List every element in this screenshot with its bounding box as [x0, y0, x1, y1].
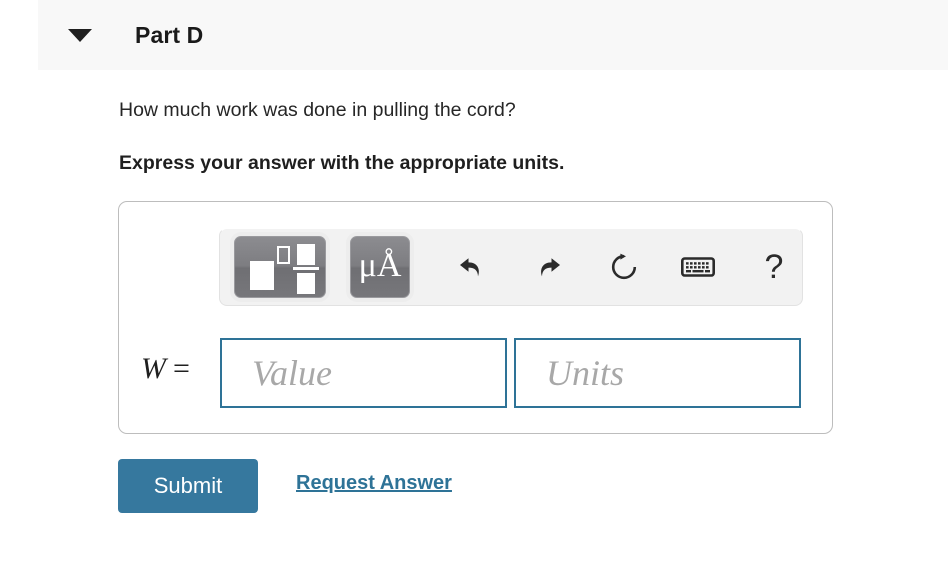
- part-header: Part D: [38, 0, 948, 70]
- keyboard-icon: [681, 257, 715, 277]
- variable-symbol: W: [141, 352, 166, 385]
- math-template-button[interactable]: [234, 236, 326, 298]
- keyboard-button[interactable]: [676, 245, 720, 289]
- value-input[interactable]: Value: [220, 338, 507, 408]
- answer-input-row: W = Value Units: [119, 338, 832, 408]
- redo-button[interactable]: [526, 245, 570, 289]
- equals-symbol: =: [173, 352, 190, 385]
- reset-button[interactable]: [602, 245, 646, 289]
- answer-entry-box: μÅ ? W = Value Units: [118, 201, 833, 434]
- undo-button[interactable]: [450, 245, 494, 289]
- value-placeholder: Value: [252, 353, 332, 393]
- reset-icon: [611, 253, 637, 280]
- triangle-down-icon[interactable]: [68, 28, 92, 42]
- problem-part-panel: Part D How much work was done in pulling…: [0, 0, 948, 572]
- part-title: Part D: [135, 21, 204, 48]
- question-instruction: Express your answer with the appropriate…: [119, 152, 565, 174]
- units-palette-button[interactable]: μÅ: [350, 236, 410, 298]
- request-answer-link[interactable]: Request Answer: [296, 472, 452, 495]
- variable-label: W =: [141, 352, 190, 386]
- units-input[interactable]: Units: [514, 338, 801, 408]
- question-prompt: How much work was done in pulling the co…: [119, 99, 516, 121]
- units-placeholder: Units: [546, 353, 625, 393]
- submit-button[interactable]: Submit: [118, 459, 258, 513]
- math-toolbar: μÅ ?: [219, 228, 803, 306]
- micro-angstrom-icon: μÅ: [358, 247, 402, 284]
- redo-icon: [541, 258, 560, 277]
- math-template-icon: [235, 237, 325, 297]
- undo-icon: [460, 258, 479, 277]
- help-button[interactable]: ?: [752, 245, 796, 289]
- question-mark-icon: ?: [764, 248, 784, 286]
